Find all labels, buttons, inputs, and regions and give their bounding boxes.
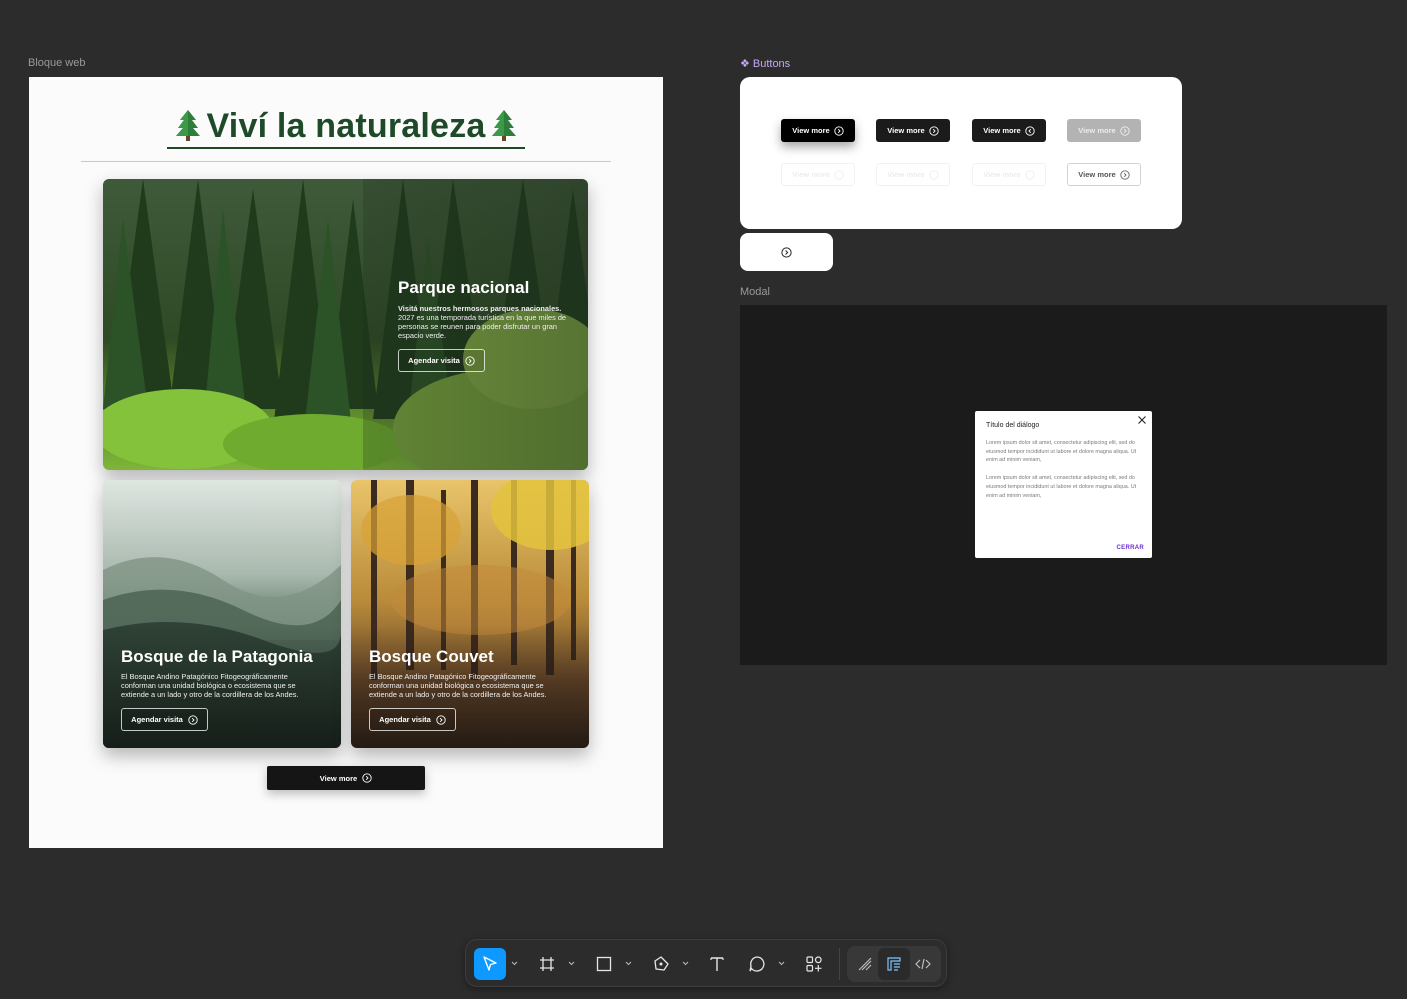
chevron-down-icon[interactable] xyxy=(510,958,519,968)
cerrar-button[interactable]: CERRAR xyxy=(1117,545,1144,551)
page-title: Viví la naturaleza xyxy=(206,107,486,145)
card-description: Visitá nuestros hermosos parques naciona… xyxy=(398,304,573,340)
modal-frame[interactable]: Título del diálogo Lorem ipsum dolor sit… xyxy=(740,305,1387,665)
arrow-circle-icon xyxy=(929,125,939,136)
design-mode-button[interactable] xyxy=(878,948,910,980)
code-icon xyxy=(915,958,931,970)
mode-switcher xyxy=(847,946,941,982)
card-title: Bosque Couvet xyxy=(369,647,494,666)
agendar-visita-button[interactable]: Agendar visita xyxy=(121,708,208,731)
frame-label-web[interactable]: Bloque web xyxy=(28,57,86,69)
button-variant-ghost[interactable]: View more xyxy=(781,163,855,186)
button-label: View more xyxy=(792,170,830,179)
text-tool-button[interactable] xyxy=(701,948,733,980)
dialog-paragraph: Lorem ipsum dolor sit amet, consectetur … xyxy=(986,440,1137,464)
rectangle-icon xyxy=(596,956,612,972)
pen-tool-button[interactable] xyxy=(645,948,677,980)
button-label: View more xyxy=(887,170,925,179)
arrow-circle-icon[interactable] xyxy=(781,246,792,258)
button-label: Agendar visita xyxy=(408,356,460,365)
rectangle-tool-button[interactable] xyxy=(588,948,620,980)
dialog[interactable]: Título del diálogo Lorem ipsum dolor sit… xyxy=(975,411,1152,558)
card-description-text: 2027 es una temporada turística en la qu… xyxy=(398,313,567,340)
dialog-paragraph: Lorem ipsum dolor sit amet, consectetur … xyxy=(986,475,1137,499)
divider xyxy=(81,161,611,162)
frame-label-buttons-text: Buttons xyxy=(752,58,791,70)
chevron-down-icon[interactable] xyxy=(567,958,576,968)
move-tool-button[interactable] xyxy=(474,948,506,980)
toolbar-separator xyxy=(839,948,840,980)
arrow-circle-left-icon xyxy=(1025,125,1035,136)
button-label: View more xyxy=(983,126,1021,135)
close-icon[interactable] xyxy=(1136,414,1148,426)
card-parque-nacional[interactable]: Parque nacional Visitá nuestros hermosos… xyxy=(103,179,588,470)
button-variant-hover[interactable]: View more xyxy=(972,119,1046,142)
heading-underline: Viví la naturaleza xyxy=(166,107,526,149)
button-label: Agendar visita xyxy=(379,715,431,724)
arrow-circle-icon xyxy=(436,714,446,725)
pine-tree-icon xyxy=(492,110,517,141)
button-label: View more xyxy=(1078,170,1116,179)
button-label: View more xyxy=(1078,126,1116,135)
card-bosque-couvet[interactable]: Bosque Couvet El Bosque Andino Patagónic… xyxy=(351,480,589,748)
icon-button-frame[interactable] xyxy=(740,233,833,271)
buttons-component-frame[interactable]: View more View more View more View more … xyxy=(740,77,1182,229)
card-description: El Bosque Andino Patagónico Fitogeográfi… xyxy=(121,672,299,699)
page-heading: Viví la naturaleza xyxy=(29,107,663,149)
card-bosque-patagonia[interactable]: Bosque de la Patagonia El Bosque Andino … xyxy=(103,480,341,748)
card-title: Parque nacional xyxy=(398,278,530,297)
button-variant-default[interactable]: View more xyxy=(876,119,950,142)
arrow-circle-icon xyxy=(1120,125,1130,136)
agendar-visita-button[interactable]: Agendar visita xyxy=(398,349,485,372)
button-variant-ghost[interactable]: View more xyxy=(876,163,950,186)
button-label: View more xyxy=(319,773,358,783)
arrow-circle-icon xyxy=(362,773,372,783)
button-variant-disabled[interactable]: View more xyxy=(1067,119,1141,142)
arrow-circle-icon xyxy=(1025,169,1035,180)
text-icon xyxy=(710,957,724,971)
button-variant-outline[interactable]: View more xyxy=(1067,163,1141,186)
bottom-toolbar xyxy=(465,939,947,987)
card-title: Bosque de la Patagonia xyxy=(121,647,313,666)
cursor-icon xyxy=(483,956,497,971)
chevron-down-icon[interactable] xyxy=(681,958,690,968)
chevron-down-icon[interactable] xyxy=(624,958,633,968)
button-variant-ghost[interactable]: View more xyxy=(972,163,1046,186)
dialog-body: Lorem ipsum dolor sit amet, consectetur … xyxy=(986,439,1142,500)
pine-tree-icon xyxy=(175,110,200,141)
draw-icon xyxy=(858,957,872,971)
arrow-circle-icon xyxy=(465,355,475,366)
arrow-circle-icon xyxy=(1120,169,1130,180)
frame-label-modal[interactable]: Modal xyxy=(740,286,770,298)
comment-icon xyxy=(749,956,765,972)
frame-icon xyxy=(540,957,554,971)
draw-mode-button[interactable] xyxy=(849,948,881,980)
arrow-circle-icon xyxy=(188,714,198,725)
button-variant-pressed[interactable]: View more xyxy=(781,119,855,142)
pen-icon xyxy=(654,956,669,971)
comment-tool-button[interactable] xyxy=(741,948,773,980)
apps-icon xyxy=(806,956,822,972)
actions-tool-button[interactable] xyxy=(798,948,830,980)
arrow-circle-icon xyxy=(834,125,844,136)
frame-label-buttons[interactable]: ❖ Buttons xyxy=(740,57,790,70)
card-description-bold: Visitá nuestros hermosos parques naciona… xyxy=(398,304,562,313)
agendar-visita-button[interactable]: Agendar visita xyxy=(369,708,456,731)
design-icon xyxy=(887,957,901,971)
view-more-button[interactable]: View more xyxy=(267,766,425,790)
button-label: View more xyxy=(887,126,925,135)
component-icon: ❖ xyxy=(740,58,750,70)
chevron-down-icon[interactable] xyxy=(777,958,786,968)
card-description: El Bosque Andino Patagónico Fitogeográfi… xyxy=(369,672,547,699)
arrow-circle-icon xyxy=(929,169,939,180)
dialog-title: Título del diálogo xyxy=(986,422,1040,429)
dev-mode-button[interactable] xyxy=(907,948,939,980)
arrow-circle-icon xyxy=(834,169,844,180)
button-label: View more xyxy=(792,126,830,135)
frame-tool-button[interactable] xyxy=(531,948,563,980)
web-block-frame[interactable]: Viví la naturaleza Parque nacional Visit… xyxy=(29,77,663,848)
button-label: Agendar visita xyxy=(131,715,183,724)
button-label: View more xyxy=(983,170,1021,179)
